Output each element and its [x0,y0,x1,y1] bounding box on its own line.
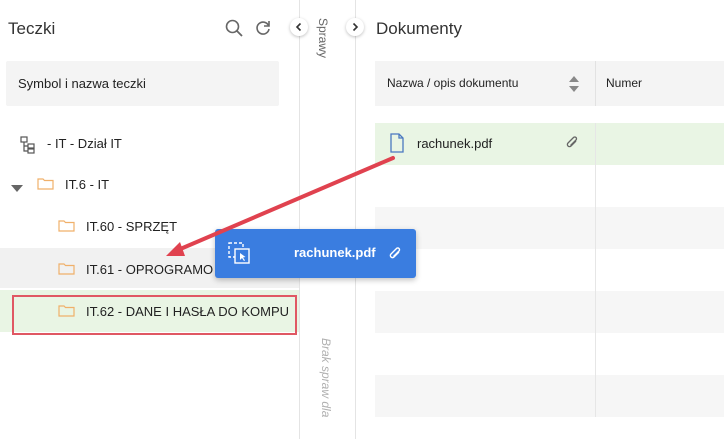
refresh-icon[interactable] [253,18,273,38]
column-divider [595,165,596,207]
empty-table-row [375,375,724,417]
search-icon[interactable] [224,18,244,38]
column-divider [595,291,596,333]
empty-table-row [375,165,724,207]
document-row[interactable]: rachunek.pdf [375,123,724,165]
cases-collapsed-panel: Sprawy Brak spraw dla [290,0,364,439]
column-divider [595,249,596,291]
tree-item-label: IT.60 - SPRZĘT [86,219,178,234]
drag-document-icon [227,241,251,270]
column-divider [595,375,596,417]
empty-table-row [375,291,724,333]
collapse-caret-icon[interactable] [11,181,23,196]
empty-table-row [375,417,724,439]
tree-item-label: - IT - Dział IT [47,136,122,151]
drag-preview[interactable]: rachunek.pdf [215,229,416,278]
expand-right-button[interactable] [346,18,364,36]
panel-divider [355,0,356,439]
document-file-icon [389,133,405,158]
drag-preview-name: rachunek.pdf [294,245,376,260]
sort-icon[interactable] [568,75,580,98]
folder-icon [58,262,75,275]
column-divider [595,333,596,375]
tree-item-it6[interactable]: IT.6 - IT [0,165,299,205]
column-divider [595,61,596,106]
column-divider [595,123,596,165]
document-name: rachunek.pdf [417,136,493,151]
collapse-left-button[interactable] [290,18,308,36]
tree-item-label: IT.61 - OPROGRAMO [86,262,214,277]
documents-panel-title: Dokumenty [376,19,462,38]
empty-table-row [375,249,724,291]
folder-icon [37,177,54,190]
attachment-icon [388,247,402,266]
documents-table-header: Nazwa / opis dokumentu Numer [375,61,724,106]
attachment-icon [565,136,579,155]
cases-panel-label[interactable]: Sprawy [316,18,330,58]
drop-target-highlight [12,295,297,335]
folders-column-header-label: Symbol i nazwa teczki [18,76,146,91]
column-divider [595,207,596,249]
folders-panel-title: Teczki [8,19,56,38]
column-header-name[interactable]: Nazwa / opis dokumentu [387,76,518,90]
tree-item-label: IT.6 - IT [65,177,110,192]
folder-icon [58,219,75,232]
panel-divider [299,0,300,439]
tree-item-it-department[interactable]: - IT - Dział IT [0,124,299,164]
empty-table-row [375,333,724,375]
empty-table-row [375,207,724,249]
tree-hierarchy-icon [19,136,37,157]
no-cases-message: Brak spraw dla [319,338,333,418]
column-header-number[interactable]: Numer [606,76,642,90]
folders-column-header[interactable]: Symbol i nazwa teczki [6,61,279,106]
